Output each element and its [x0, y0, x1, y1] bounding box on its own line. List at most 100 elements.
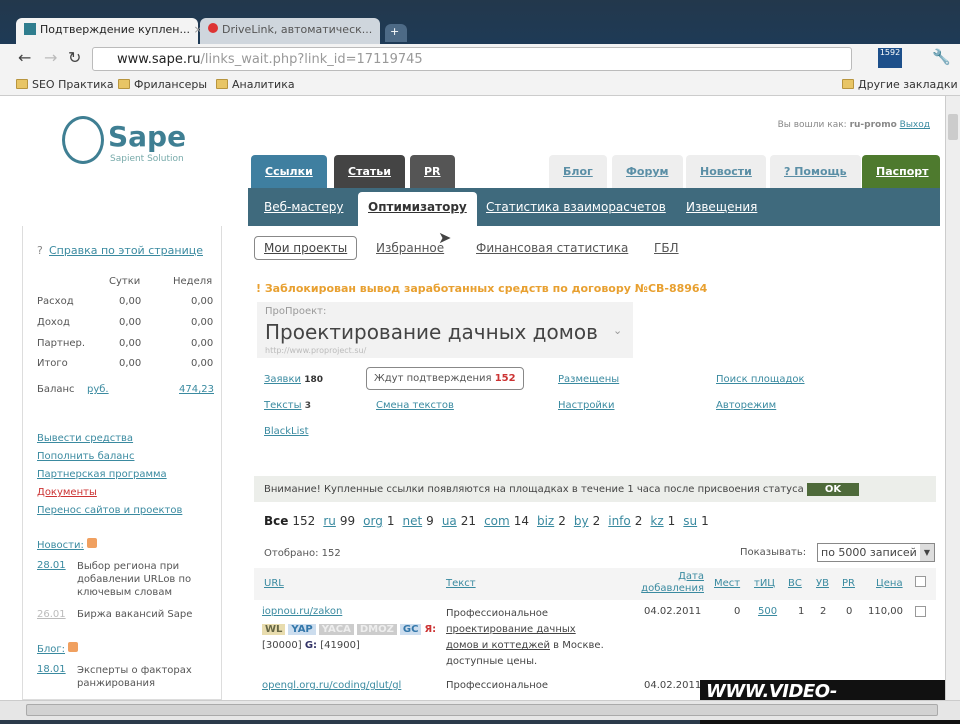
subtab-my-projects[interactable]: Мои проекты	[254, 236, 358, 260]
zone-link[interactable]: ru	[323, 514, 336, 528]
tab-forum[interactable]: Форум	[612, 155, 683, 189]
tab-help[interactable]: ? Помощь	[770, 155, 861, 189]
new-tab-button[interactable]: +	[385, 24, 407, 42]
zone-link[interactable]: su	[683, 514, 697, 528]
col-text[interactable]: Текст	[446, 578, 476, 589]
subnav-stats[interactable]: Статистика взаиморасчетов	[486, 200, 666, 214]
tab-articles[interactable]: Статьи	[334, 155, 405, 189]
news-date[interactable]: 28.01	[37, 560, 66, 571]
subtab-gbl[interactable]: ГБЛ	[654, 241, 679, 255]
selected-count: Отобрано: 152	[264, 548, 341, 559]
partner-link[interactable]: Партнерская программа	[37, 466, 217, 484]
blog-date[interactable]: 18.01	[37, 664, 66, 675]
balance-value[interactable]: 474,23	[179, 384, 214, 395]
logo-text: Sape	[108, 120, 187, 153]
zone-link[interactable]: com	[484, 514, 510, 528]
rss-icon[interactable]	[87, 538, 98, 548]
zone-link[interactable]: ua	[442, 514, 457, 528]
folder-icon	[842, 79, 854, 89]
zone-link[interactable]: by	[574, 514, 589, 528]
wait-confirm-button[interactable]: Ждут подтверждения 152	[366, 367, 524, 390]
help-link[interactable]: Справка по этой странице	[49, 244, 203, 257]
badge-wl: WL	[262, 624, 286, 635]
extension-icon[interactable]: 1592	[878, 48, 902, 68]
site-url-link[interactable]: iopnou.ru/zakon	[262, 606, 342, 617]
settings-link[interactable]: Настройки	[558, 400, 614, 411]
subnav-notices[interactable]: Извещения	[686, 200, 757, 214]
zone-link[interactable]: kz	[650, 514, 663, 528]
address-bar[interactable]: www.sape.ru/links_wait.php?link_id=17119…	[92, 47, 852, 71]
change-texts-link[interactable]: Смена текстов	[376, 400, 454, 411]
back-icon[interactable]: ←	[18, 48, 31, 67]
tab-inactive[interactable]: DriveLink, автоматическ...	[200, 18, 380, 44]
project-name: Проектирование дачных домов	[265, 320, 598, 344]
rss-icon[interactable]	[68, 642, 79, 652]
tab-news[interactable]: Новости	[686, 155, 766, 189]
zone-link[interactable]: org	[363, 514, 383, 528]
chevron-down-icon[interactable]: ⌄	[613, 324, 622, 337]
ok-button[interactable]: OK	[806, 483, 860, 496]
zone-link[interactable]: net	[402, 514, 422, 528]
project-link-zayavki[interactable]: Заявки 180	[264, 374, 323, 385]
wrench-icon[interactable]: 🔧	[932, 48, 951, 66]
texts-link[interactable]: Тексты	[264, 400, 302, 411]
topup-link[interactable]: Пополнить баланс	[37, 448, 217, 466]
reload-icon[interactable]: ↻	[68, 48, 81, 67]
table-row: iopnou.ru/zakon WL YAP YACA DMOZ GC Я: [30000…	[254, 604, 936, 674]
login-label: Вы вошли как:	[777, 120, 847, 130]
news-date[interactable]: 26.01	[37, 609, 66, 620]
col-tic[interactable]: тИЦ	[754, 578, 775, 589]
col-price[interactable]: Цена	[876, 578, 903, 589]
col-date[interactable]: Дата добавления	[634, 571, 704, 595]
vertical-scrollbar[interactable]	[945, 96, 960, 700]
withdraw-link[interactable]: Вывести средства	[37, 430, 217, 448]
currency-link[interactable]: руб.	[87, 384, 109, 395]
page-size-select[interactable]: по 5000 записей ▼	[817, 543, 935, 562]
placed-link[interactable]: Размещены	[558, 374, 619, 385]
scroll-thumb[interactable]	[948, 114, 958, 140]
tab-passport[interactable]: Паспорт	[862, 155, 940, 189]
blacklist-link[interactable]: BlackList	[264, 426, 309, 437]
row-checkbox[interactable]	[915, 606, 926, 617]
col-uv[interactable]: УВ	[816, 578, 829, 589]
tab-pr[interactable]: PR	[410, 155, 455, 189]
forward-icon[interactable]: →	[44, 48, 57, 67]
blog-link[interactable]: Блог:	[37, 644, 65, 655]
tab-links[interactable]: Ссылки	[251, 155, 327, 189]
zone-link[interactable]: biz	[537, 514, 554, 528]
search-sites-link[interactable]: Поиск площадок	[716, 374, 805, 385]
tab-active[interactable]: Подтверждение куплен... ×	[16, 18, 203, 44]
project-selector[interactable]: ПроПроект: Проектирование дачных домов ⌄…	[257, 302, 633, 358]
zone-all[interactable]: Все	[264, 514, 288, 528]
row-tic[interactable]: 500	[758, 606, 777, 617]
news-link[interactable]: Новости:	[37, 540, 84, 551]
site-url-link[interactable]: opengl.org.ru/coding/glut/gl	[262, 680, 401, 691]
scroll-thumb[interactable]	[26, 704, 938, 716]
url-path: /links_wait.php?link_id=17119745	[200, 52, 423, 67]
bookmark-other[interactable]: Другие закладки	[842, 78, 958, 91]
logout-link[interactable]: Выход	[900, 120, 930, 130]
col-vs[interactable]: ВС	[788, 578, 802, 589]
chevron-down-icon[interactable]: ▼	[920, 544, 934, 561]
tab-blog[interactable]: Блог	[549, 155, 607, 189]
zayavki-link[interactable]: Заявки	[264, 374, 301, 385]
subtab-favorites[interactable]: Избранное	[376, 241, 444, 255]
col-pr[interactable]: PR	[842, 578, 855, 589]
subtab-finance[interactable]: Финансовая статистика	[476, 241, 628, 255]
transfer-link[interactable]: Перенос сайтов и проектов	[37, 502, 217, 520]
horizontal-scrollbar[interactable]	[0, 700, 960, 720]
zone-link[interactable]: info	[608, 514, 631, 528]
bookmark-seo[interactable]: SEO Практика	[16, 78, 114, 91]
page-size-value: по 5000 записей	[821, 546, 917, 559]
zone-count: 1	[386, 514, 395, 528]
subnav-webmaster[interactable]: Веб-мастеру	[264, 200, 343, 214]
bookmark-analytics[interactable]: Аналитика	[216, 78, 295, 91]
subnav-optimizer[interactable]: Оптимизатору	[358, 192, 477, 226]
documents-link[interactable]: Документы	[37, 484, 217, 502]
col-mest[interactable]: Мест	[714, 578, 740, 589]
select-all-checkbox[interactable]	[915, 576, 926, 587]
project-url: http://www.proproject.su/	[265, 346, 367, 355]
col-url[interactable]: URL	[264, 578, 284, 589]
bookmark-freelancers[interactable]: Фрилансеры	[118, 78, 207, 91]
autorezhim-link[interactable]: Авторежим	[716, 400, 776, 411]
